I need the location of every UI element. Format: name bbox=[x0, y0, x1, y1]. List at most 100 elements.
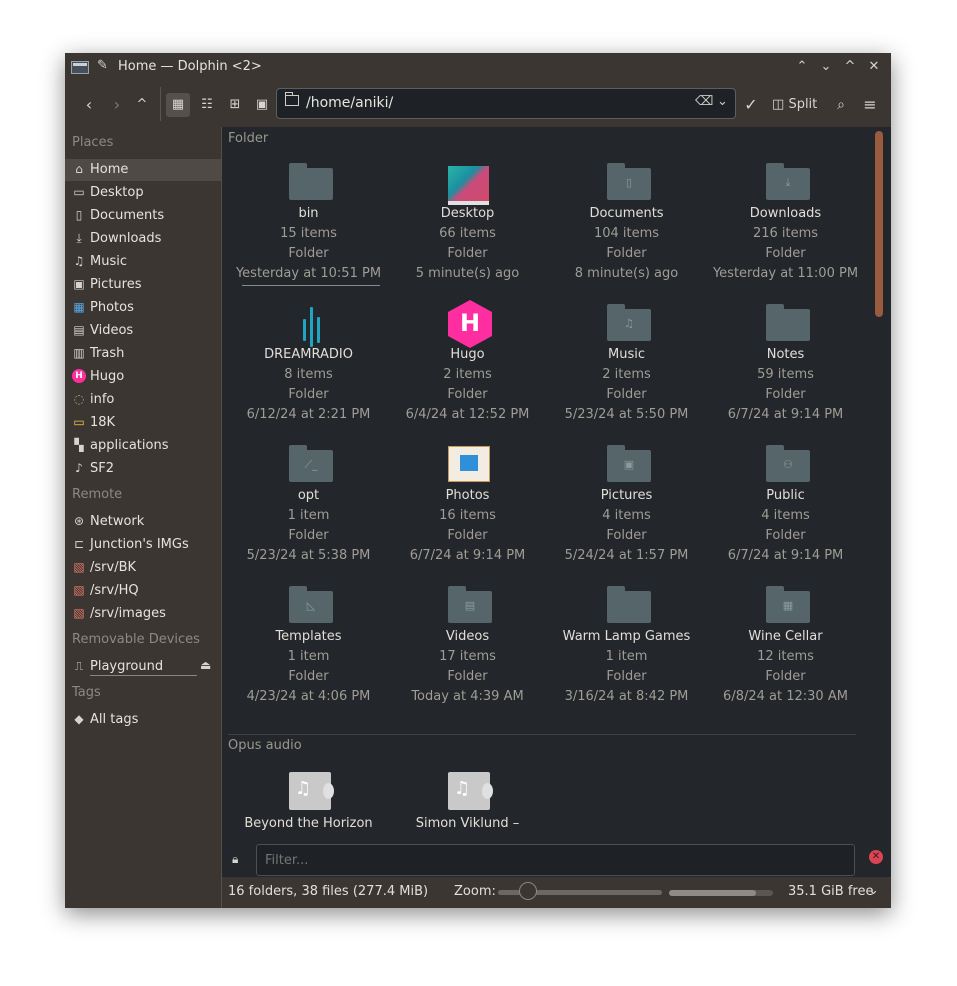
sidebar-item-hugo[interactable]: H Hugo bbox=[65, 366, 221, 388]
audio-file-item[interactable]: Simon Viklund – bbox=[388, 764, 547, 843]
preview-button[interactable]: ▣ bbox=[250, 93, 274, 117]
sidebar-item-all-tags[interactable]: ◆ All tags bbox=[65, 709, 221, 731]
sidebar-item-playground[interactable]: ⎍ Playground ⏏ bbox=[65, 656, 221, 678]
sidebar-item-downloads[interactable]: ⤓ Downloads bbox=[65, 228, 221, 250]
sidebar-item-photos[interactable]: ▦ Photos bbox=[65, 297, 221, 319]
folder-item[interactable]: ▣ Pictures 4 items Folder 5/24/24 at 1:57 PM bbox=[547, 436, 706, 576]
minimize-icon[interactable]: ⌄ bbox=[816, 57, 836, 77]
folder-item[interactable]: Hugo 2 items Folder 6/4/24 at 12:52 PM bbox=[388, 295, 547, 435]
zoom-slider-handle[interactable] bbox=[518, 882, 537, 900]
folder-emblem: ⤓ bbox=[785, 176, 791, 189]
folder-item-count: 12 items bbox=[757, 649, 814, 664]
audio-file-item[interactable]: Beyond the Horizon bbox=[229, 764, 388, 843]
folder-item[interactable]: ▤ Videos 17 items Folder Today at 4:39 AM bbox=[388, 577, 547, 717]
sidebar-item-home[interactable]: ⌂ Home bbox=[65, 159, 221, 181]
folder-type: Folder bbox=[606, 246, 647, 261]
maximize-icon[interactable]: ^ bbox=[840, 57, 860, 77]
close-icon[interactable]: ✕ bbox=[864, 57, 884, 77]
sidebar-item-network[interactable]: ⊛ Network bbox=[65, 511, 221, 533]
folder-emblem: ◺ bbox=[306, 599, 316, 612]
file-view[interactable]: Folder bin 15 items Folder Yesterday at 10:5… bbox=[222, 127, 891, 843]
folder-item[interactable]: bin 15 items Folder Yesterday at 10:51 PM bbox=[229, 154, 388, 294]
videos-icon: ▤ bbox=[73, 323, 85, 337]
sidebar-item--srv-images[interactable]: ▧ /srv/images bbox=[65, 603, 221, 625]
sidebar-item-desktop[interactable]: ▭ Desktop bbox=[65, 182, 221, 204]
back-button[interactable]: ‹ bbox=[79, 93, 99, 117]
sidebar-item-trash[interactable]: ▥ Trash bbox=[65, 343, 221, 365]
folder-item[interactable]: Photos 16 items Folder 6/7/24 at 9:14 PM bbox=[388, 436, 547, 576]
folder-item-count: 1 item bbox=[287, 649, 330, 664]
sidebar-item--srv-hq[interactable]: ▧ /srv/HQ bbox=[65, 580, 221, 602]
audio-file-icon bbox=[448, 772, 493, 812]
window-title: Home — Dolphin <2> bbox=[118, 59, 262, 74]
folder-item[interactable]: Desktop 66 items Folder 5 minute(s) ago bbox=[388, 154, 547, 294]
up-button[interactable]: ^ bbox=[132, 93, 152, 117]
folder-item[interactable]: ⟋_ opt 1 item Folder 5/23/24 at 5:38 PM bbox=[229, 436, 388, 576]
sidebar-item-label: All tags bbox=[90, 712, 139, 727]
folder-icon bbox=[766, 303, 810, 343]
location-history-dropdown[interactable]: ⌄ bbox=[717, 94, 728, 109]
keep-above-icon[interactable]: ⌃ bbox=[792, 57, 812, 77]
pictures-icon: ▣ bbox=[73, 277, 85, 291]
hamburger-menu-button[interactable]: ≡ bbox=[860, 93, 880, 117]
folder-item[interactable]: ▯ Documents 104 items Folder 8 minute(s) ago bbox=[547, 154, 706, 294]
folder-item-count: 2 items bbox=[443, 367, 492, 382]
folder-type: Folder bbox=[288, 246, 329, 261]
forward-button[interactable]: › bbox=[107, 93, 127, 117]
lock-icon[interactable]: 🔒︎ bbox=[232, 852, 238, 867]
section-header: Places bbox=[72, 135, 114, 150]
public-folder-icon: ⚇ bbox=[766, 444, 810, 484]
sidebar-item-sf2[interactable]: ♪ SF2 bbox=[65, 458, 221, 480]
confirm-location-button[interactable]: ✓ bbox=[740, 93, 762, 117]
split-button[interactable]: ◫ Split bbox=[772, 93, 822, 117]
dolphin-app-icon[interactable] bbox=[71, 61, 89, 74]
sidebar-item-info[interactable]: ◌ info bbox=[65, 389, 221, 411]
disk-space-bar[interactable] bbox=[669, 890, 773, 896]
filter-bar: 🔒︎ ✕ bbox=[222, 843, 891, 877]
sidebar-item-18k[interactable]: ▭ 18K bbox=[65, 412, 221, 434]
details-view-button[interactable]: ☷ bbox=[195, 93, 219, 117]
sidebar-item-applications[interactable]: ▚ applications bbox=[65, 435, 221, 457]
folder-name: Public bbox=[766, 488, 805, 503]
tree-view-button[interactable]: ⊞ bbox=[223, 93, 247, 117]
clear-location-icon[interactable]: ⌫ bbox=[695, 94, 713, 109]
folder-item[interactable]: ⤓ Downloads 216 items Folder Yesterday at 11… bbox=[706, 154, 865, 294]
folder-item[interactable]: ♫ Music 2 items Folder 5/23/24 at 5:50 PM bbox=[547, 295, 706, 435]
network-icon: ⊛ bbox=[73, 514, 85, 528]
sidebar-item-label: Downloads bbox=[90, 231, 162, 246]
location-path[interactable]: /home/aniki/ bbox=[306, 95, 393, 111]
folder-item[interactable]: Notes 59 items Folder 6/7/24 at 9:14 PM bbox=[706, 295, 865, 435]
sidebar-item-documents[interactable]: ▯ Documents bbox=[65, 205, 221, 227]
search-button[interactable]: ⌕ bbox=[831, 93, 851, 117]
icons-view-button[interactable]: ▦ bbox=[166, 93, 190, 117]
eject-icon[interactable]: ⏏ bbox=[200, 658, 211, 672]
folder-name: Music bbox=[608, 347, 645, 362]
folder-item[interactable]: ◺ Templates 1 item Folder 4/23/24 at 4:06 PM bbox=[229, 577, 388, 717]
desktop-icon: ▭ bbox=[73, 185, 85, 199]
folder-name: Downloads bbox=[749, 206, 822, 221]
folder-icon bbox=[607, 585, 651, 625]
folder-item[interactable]: DREAMRADIO 8 items Folder 6/12/24 at 2:21 P… bbox=[229, 295, 388, 435]
close-filter-icon[interactable]: ✕ bbox=[869, 850, 883, 864]
sidebar-item-videos[interactable]: ▤ Videos bbox=[65, 320, 221, 342]
location-bar[interactable]: /home/aniki/ ⌫ ⌄ bbox=[276, 88, 736, 119]
folder-item[interactable]: ▦ Wine Cellar 12 items Folder 6/8/24 at 12:3… bbox=[706, 577, 865, 717]
pictures-folder-icon: ▣ bbox=[607, 444, 651, 484]
free-space-label[interactable]: 35.1 GiB free bbox=[788, 884, 873, 899]
documents-icon: ▯ bbox=[75, 208, 83, 222]
folder-shape: ▯ bbox=[607, 163, 651, 200]
audio-file-icon bbox=[289, 772, 334, 812]
sidebar-item-music[interactable]: ♫ Music bbox=[65, 251, 221, 273]
downloads-folder-icon: ⤓ bbox=[766, 162, 810, 202]
title-bar[interactable]: ✎ Home — Dolphin <2> ⌃ ⌄ ^ ✕ bbox=[65, 53, 891, 81]
sidebar-item-pictures[interactable]: ▣ Pictures bbox=[65, 274, 221, 296]
filter-input[interactable] bbox=[256, 844, 855, 876]
scrollbar-thumb[interactable] bbox=[875, 131, 883, 317]
pin-icon[interactable]: ✎ bbox=[97, 58, 108, 73]
folder-name: Photos bbox=[445, 488, 490, 503]
sidebar-item-junction-s-imgs[interactable]: ⊏ Junction's IMGs bbox=[65, 534, 221, 556]
folder-item[interactable]: Warm Lamp Games 1 item Folder 3/16/24 at 8:… bbox=[547, 577, 706, 717]
sidebar-item--srv-bk[interactable]: ▧ /srv/BK bbox=[65, 557, 221, 579]
folder-item[interactable]: ⚇ Public 4 items Folder 6/7/24 at 9:14 PM bbox=[706, 436, 865, 576]
chevron-down-icon[interactable]: ⌄ bbox=[868, 883, 879, 898]
